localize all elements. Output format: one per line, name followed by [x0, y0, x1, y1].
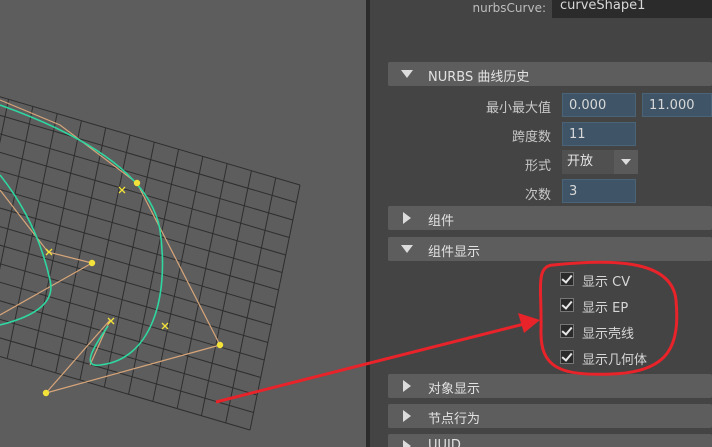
grid-line — [225, 177, 277, 423]
show-ep-label: 显示 EP — [582, 301, 629, 316]
ep-marker[interactable] — [45, 248, 53, 256]
cv-point[interactable] — [133, 179, 141, 187]
grid-line — [200, 170, 252, 416]
section-components[interactable]: 组件 — [388, 206, 712, 230]
grid-line — [152, 156, 204, 402]
grid-line — [176, 163, 228, 409]
node-name-row: nurbsCurve: curveShape1 — [370, 0, 712, 24]
show-geometry-label: 显示几何体 — [582, 353, 648, 368]
section-component-display[interactable]: 组件显示 — [388, 237, 712, 261]
node-type-label: nurbsCurve: — [472, 1, 546, 15]
grid-line — [0, 244, 272, 326]
attribute-editor: nurbsCurve: curveShape1 NURBS 曲线历史 最小最大值… — [370, 0, 712, 447]
node-name-field[interactable]: curveShape1 — [552, 0, 712, 18]
form-dropdown[interactable]: 开放 — [562, 150, 638, 174]
grid-line — [0, 96, 301, 186]
checkmark-icon — [561, 298, 573, 310]
cv-point[interactable] — [42, 389, 50, 397]
section-uuid[interactable]: UUID — [388, 434, 712, 447]
form-label: 形式 — [524, 159, 551, 174]
viewport-canvas[interactable] — [0, 0, 366, 447]
min-max-label: 最小最大值 — [485, 101, 551, 116]
show-cv-label: 显示 CV — [582, 275, 631, 290]
grid-line — [249, 184, 301, 431]
checkmark-icon — [561, 272, 573, 284]
show-geometry-checkbox[interactable] — [560, 350, 574, 364]
section-title: UUID — [428, 438, 461, 447]
triangle-right-icon — [403, 410, 411, 422]
degree-field[interactable]: 3 — [562, 179, 636, 203]
cv-points[interactable] — [42, 179, 224, 397]
chevron-down-icon[interactable] — [614, 150, 638, 174]
section-title: 组件显示 — [428, 245, 481, 260]
show-ep-checkbox[interactable] — [560, 298, 574, 312]
section-nurbs-history[interactable]: NURBS 曲线历史 — [388, 62, 712, 86]
spans-field[interactable]: 11 — [562, 122, 636, 146]
triangle-down-icon — [401, 245, 413, 253]
triangle-right-icon — [403, 440, 411, 447]
section-title: NURBS 曲线历史 — [428, 70, 530, 85]
spans-label: 跨度数 — [511, 130, 551, 145]
section-title: 对象显示 — [428, 382, 481, 397]
section-title: 节点行为 — [428, 412, 481, 427]
checkmark-icon — [561, 324, 573, 336]
cv-point[interactable] — [216, 341, 224, 349]
grid-line — [103, 142, 155, 388]
ground-grid — [0, 96, 301, 431]
max-value-field[interactable]: 11.000 — [642, 93, 712, 117]
section-title: 组件 — [428, 214, 455, 229]
triangle-right-icon — [403, 380, 411, 392]
triangle-down-icon — [401, 70, 413, 78]
viewport-3d[interactable] — [0, 0, 366, 447]
section-node-behavior[interactable]: 节点行为 — [388, 404, 712, 428]
triangle-right-icon — [403, 212, 411, 224]
degree-label: 次数 — [524, 188, 551, 203]
section-object-display[interactable]: 对象显示 — [388, 374, 712, 398]
show-hull-checkbox[interactable] — [560, 324, 574, 338]
show-cv-checkbox[interactable] — [560, 272, 574, 286]
show-hull-label: 显示壳线 — [582, 327, 635, 342]
ep-marker[interactable] — [161, 322, 169, 330]
grid-line — [0, 114, 297, 203]
cv-point[interactable] — [88, 259, 96, 267]
form-dropdown-value: 开放 — [567, 154, 594, 169]
checkmark-icon — [561, 350, 573, 362]
min-value-field[interactable]: 0.000 — [562, 93, 636, 117]
